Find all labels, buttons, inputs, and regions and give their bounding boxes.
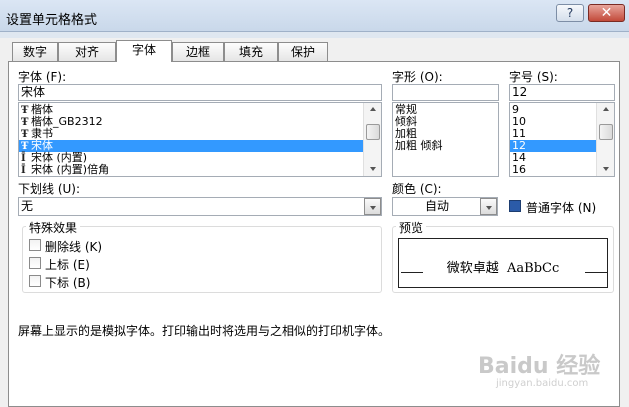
font-label: 字体 (F):: [18, 70, 67, 84]
effect-label: 下标 (B): [45, 276, 91, 290]
normal-font-checkbox[interactable]: [509, 200, 521, 212]
underline-label: 下划线 (U):: [18, 182, 81, 196]
effect-label: 上标 (E): [45, 258, 90, 272]
watermark-url: jingyan.baidu.com: [496, 378, 589, 389]
effect-checkbox[interactable]: [29, 239, 41, 251]
font-list[interactable]: Ŧ 楷体 Ŧ 楷体_GB2312 Ŧ 隶书 Ŧ 宋体 Ī 宋体 (内置) Ī 宋体 (内置)倍角: [18, 102, 382, 177]
size-list[interactable]: 9 10 11 12 14 16: [509, 102, 615, 177]
scroll-thumb[interactable]: [366, 124, 380, 140]
size-input[interactable]: 12: [509, 84, 615, 101]
font-type-icon: Ī: [21, 165, 26, 176]
effects-title: 特殊效果: [26, 219, 81, 236]
preview-sample: 微软卓越 AaBbCc: [446, 261, 560, 276]
effect-checkbox[interactable]: [29, 257, 41, 269]
size-list-item[interactable]: 16: [510, 164, 596, 176]
normal-font-label: 普通字体 (N): [526, 201, 597, 215]
style-label: 字形 (O):: [392, 70, 443, 84]
scroll-down-arrow-icon[interactable]: [370, 167, 376, 171]
font-list-item[interactable]: Ī 宋体 (内置)倍角: [19, 163, 363, 177]
color-label: 颜色 (C):: [392, 182, 442, 196]
watermark-logo: Baidu 经验: [478, 354, 601, 379]
font-input[interactable]: 宋体: [18, 84, 382, 101]
scroll-up-arrow-icon[interactable]: [603, 107, 609, 111]
font-list-item[interactable]: Ŧ 楷体_GB2312: [19, 116, 363, 129]
style-list[interactable]: 常规 倾斜 加粗 加粗 倾斜: [392, 102, 499, 177]
style-input[interactable]: [392, 84, 499, 101]
style-list-item[interactable]: 加粗 倾斜: [393, 140, 498, 152]
underline-select[interactable]: 无: [18, 197, 382, 216]
size-list-scrollbar[interactable]: [596, 103, 614, 176]
scroll-down-arrow-icon[interactable]: [603, 167, 609, 171]
preview-title: 预览: [396, 219, 427, 236]
scroll-up-arrow-icon[interactable]: [370, 107, 376, 111]
font-list-scrollbar[interactable]: [363, 103, 381, 176]
underline-dropdown-button[interactable]: [364, 198, 381, 215]
size-label: 字号 (S):: [509, 70, 558, 84]
scroll-thumb[interactable]: [599, 124, 613, 140]
effect-checkbox[interactable]: [29, 275, 41, 287]
font-note: 屏幕上显示的是模拟字体。打印输出时将选用与之相似的打印机字体。: [18, 324, 391, 338]
chevron-down-icon: [486, 206, 492, 210]
color-dropdown-button[interactable]: [480, 198, 497, 215]
font-name: 宋体 (内置)倍角: [31, 163, 110, 176]
font-list-item[interactable]: Ŧ 隶书: [19, 128, 363, 141]
preview-box: 微软卓越 AaBbCc: [398, 238, 608, 288]
effect-label: 删除线 (K): [45, 240, 103, 254]
chevron-down-icon: [370, 206, 376, 210]
